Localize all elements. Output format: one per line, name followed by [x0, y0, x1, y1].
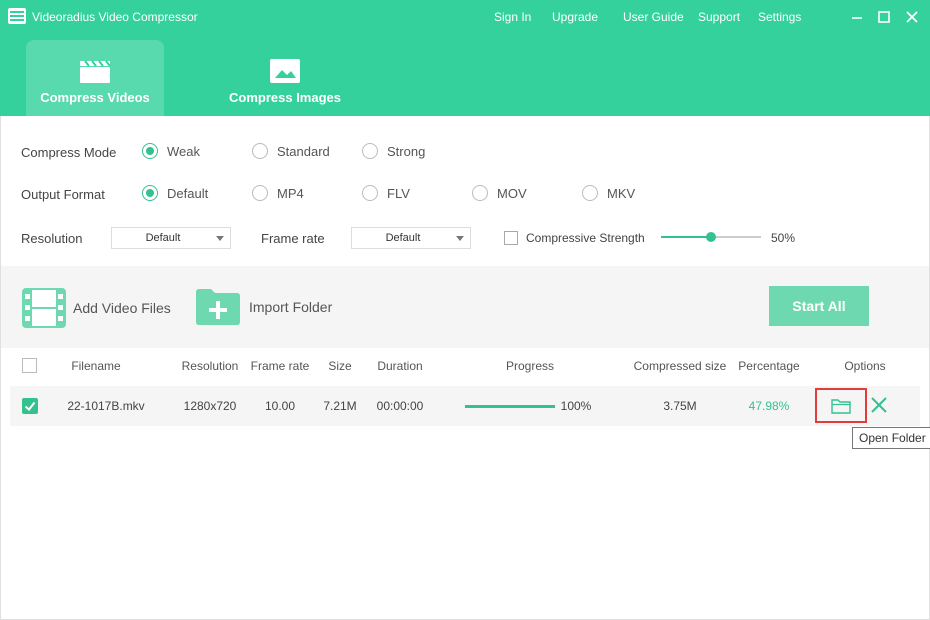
radio-label: Strong: [387, 143, 426, 159]
radio-dot: [252, 185, 268, 201]
column-header-percentage: Percentage: [738, 359, 800, 373]
minimize-icon[interactable]: [848, 8, 866, 26]
radio-standard[interactable]: Standard: [252, 143, 330, 159]
column-header-filename: Filename: [71, 359, 121, 373]
app-title: Videoradius Video Compressor: [32, 10, 198, 24]
select-value: Default: [145, 232, 181, 244]
radio-label: FLV: [387, 185, 410, 201]
cell-progress-text: 100%: [560, 399, 592, 413]
frame-rate-select[interactable]: Default: [351, 227, 471, 249]
radio-default[interactable]: Default: [142, 185, 208, 201]
select-value: Default: [385, 232, 421, 244]
add-video-files-label: Add Video Files: [73, 300, 171, 316]
cell-compressed-size: 3.75M: [663, 399, 697, 413]
close-icon[interactable]: [903, 8, 921, 26]
resolution-select[interactable]: Default: [111, 227, 231, 249]
cell-resolution: 1280x720: [183, 399, 237, 413]
folder-add-icon: [196, 289, 240, 325]
cell-size: 7.21M: [323, 399, 357, 413]
radio-dot: [142, 143, 158, 159]
open-folder-button[interactable]: [815, 388, 867, 423]
radio-dot: [362, 143, 378, 159]
clapperboard-icon: [80, 60, 111, 83]
radio-weak[interactable]: Weak: [142, 143, 200, 159]
select-all-checkbox[interactable]: [22, 358, 37, 373]
settings-link[interactable]: Settings: [758, 10, 801, 24]
column-header-resolution: Resolution: [181, 359, 239, 373]
radio-label: Weak: [167, 143, 200, 159]
resolution-label: Resolution: [21, 231, 83, 246]
frame-rate-label: Frame rate: [261, 231, 325, 246]
folder-icon: [831, 399, 851, 414]
column-header-frame-rate: Frame rate: [250, 359, 310, 373]
column-header-progress: Progress: [505, 359, 555, 373]
radio-label: Standard: [277, 143, 330, 159]
table-row[interactable]: 22-1017B.mkv 1280x720 10.00 7.21M 00:00:…: [10, 386, 920, 426]
import-folder-button[interactable]: Import Folder: [195, 288, 332, 326]
sign-in-link[interactable]: Sign In: [494, 10, 531, 24]
image-icon: [270, 59, 300, 83]
compressive-strength-slider[interactable]: [661, 231, 761, 243]
upgrade-link[interactable]: Upgrade: [552, 10, 598, 24]
start-all-button[interactable]: Start All: [769, 286, 869, 326]
progress-bar: [465, 405, 555, 408]
slider-fill: [661, 236, 711, 238]
radio-dot: [362, 185, 378, 201]
radio-flv[interactable]: FLV: [362, 185, 410, 201]
tab-label: Compress Images: [229, 90, 341, 105]
radio-label: MKV: [607, 185, 636, 201]
checkmark-icon: [24, 401, 36, 411]
radio-strong[interactable]: Strong: [362, 143, 425, 159]
cell-frame-rate: 10.00: [264, 399, 296, 413]
tab-compress-images[interactable]: Compress Images: [218, 40, 352, 116]
remove-icon[interactable]: [870, 396, 888, 414]
open-folder-tooltip: Open Folder: [852, 427, 930, 449]
compressive-strength-value: 50%: [771, 231, 796, 245]
radio-mov[interactable]: MOV: [472, 185, 527, 201]
cell-percentage: 47.98%: [748, 399, 790, 413]
cell-filename: 22-1017B.mkv: [67, 399, 145, 413]
row-checkbox[interactable]: [22, 398, 38, 414]
radio-label: MP4: [277, 185, 304, 201]
app-header: Videoradius Video Compressor Sign In Upg…: [0, 0, 930, 116]
film-strip-icon: [22, 288, 66, 328]
compressive-strength-checkbox[interactable]: [504, 231, 518, 245]
radio-label: MOV: [497, 185, 527, 201]
radio-mkv[interactable]: MKV: [582, 185, 635, 201]
column-header-options: Options: [844, 359, 886, 373]
file-list: Filename Resolution Frame rate Size Dura…: [0, 348, 930, 620]
radio-dot: [252, 143, 268, 159]
radio-dot: [142, 185, 158, 201]
add-video-files-button[interactable]: Add Video Files: [22, 288, 171, 328]
chevron-down-icon: [456, 236, 464, 241]
compress-mode-label: Compress Mode: [21, 145, 117, 160]
import-folder-label: Import Folder: [249, 299, 333, 315]
compressive-strength-label: Compressive Strength: [526, 231, 645, 245]
radio-label: Default: [167, 185, 209, 201]
radio-mp4[interactable]: MP4: [252, 185, 304, 201]
support-link[interactable]: Support: [698, 10, 740, 24]
chevron-down-icon: [216, 236, 224, 241]
file-toolbar: Add Video Files Import Folder Start All: [0, 266, 930, 348]
user-guide-link[interactable]: User Guide: [623, 10, 684, 24]
slider-knob[interactable]: [706, 232, 716, 242]
title-bar: Videoradius Video Compressor Sign In Upg…: [0, 0, 930, 34]
cell-duration: 00:00:00: [376, 399, 424, 413]
maximize-icon[interactable]: [875, 8, 893, 26]
tab-compress-videos[interactable]: Compress Videos: [26, 40, 164, 116]
settings-panel: Compress Mode Weak Standard Strong Outpu…: [0, 116, 930, 266]
output-format-label: Output Format: [21, 187, 105, 202]
column-header-size: Size: [328, 359, 352, 373]
column-header-compressed-size: Compressed size: [633, 359, 727, 373]
column-header-duration: Duration: [377, 359, 423, 373]
radio-dot: [582, 185, 598, 201]
app-logo-icon: [8, 8, 26, 24]
tab-label: Compress Videos: [40, 90, 150, 105]
radio-dot: [472, 185, 488, 201]
